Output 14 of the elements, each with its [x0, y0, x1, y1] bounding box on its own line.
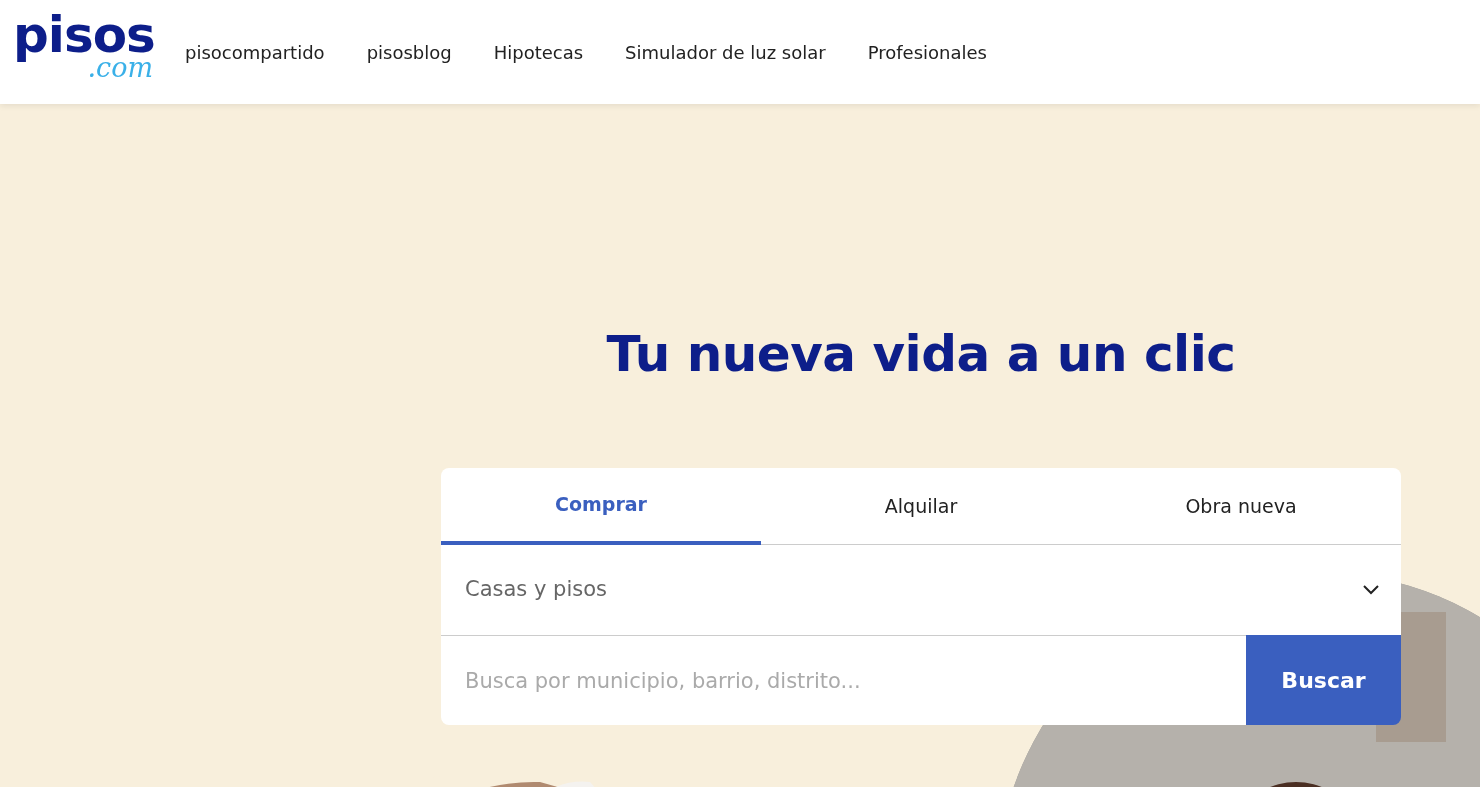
hero-heading: Tu nueva vida a un clic	[605, 324, 1237, 384]
search-field[interactable]: Busca por municipio, barrio, distrito...	[441, 635, 1246, 725]
chevron-down-icon	[1363, 585, 1379, 595]
search-tab[interactable]: Obra nueva	[1081, 468, 1401, 545]
nav-link[interactable]: Hipotecas	[493, 38, 584, 66]
search-tab[interactable]: Alquilar	[761, 468, 1081, 545]
select-value: Casas y pisos	[465, 576, 607, 604]
nav-link[interactable]: Profesionales	[867, 38, 987, 66]
nav-link[interactable]: Simulador de luz solar	[625, 38, 826, 66]
nav-link[interactable]: pisocompartido	[185, 38, 325, 66]
search-tab[interactable]: Comprar	[441, 468, 761, 545]
nav-link[interactable]: pisosblog	[366, 38, 452, 66]
search-button[interactable]: Buscar	[1246, 635, 1401, 725]
property-type-select[interactable]: Casas y pisos	[441, 545, 1401, 635]
